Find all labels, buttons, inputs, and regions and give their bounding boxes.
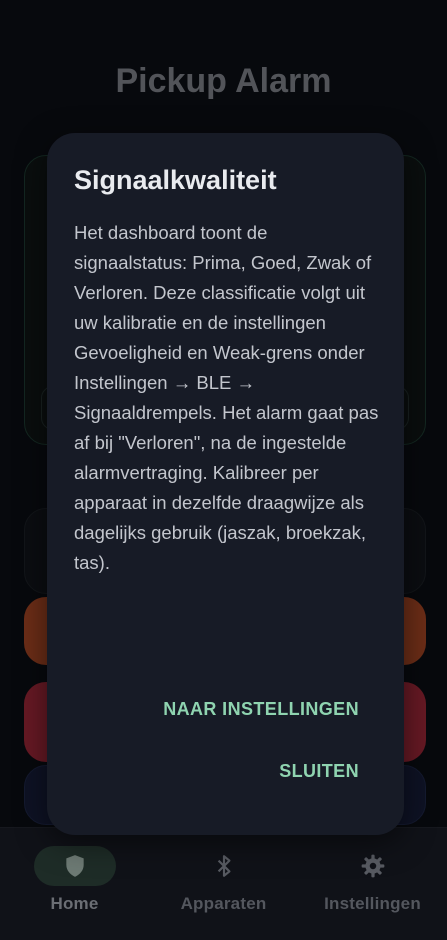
nav-item-instellingen[interactable]: Instellingen <box>298 828 447 940</box>
bluetooth-icon <box>217 855 230 877</box>
bottom-nav: Home Apparaten Instellingen <box>0 827 447 940</box>
go-to-settings-button[interactable]: NAAR INSTELLINGEN <box>163 699 359 719</box>
nav-item-home[interactable]: Home <box>0 828 149 940</box>
dialog-actions: NAAR INSTELLINGEN SLUITEN <box>163 699 359 823</box>
shield-icon <box>65 855 84 877</box>
nav-label-home: Home <box>50 894 99 913</box>
nav-label-apparaten: Apparaten <box>180 894 267 913</box>
gear-icon <box>361 854 384 878</box>
signal-quality-dialog: Signaalkwaliteit Het dashboard toont de … <box>47 133 404 835</box>
nav-item-apparaten[interactable]: Apparaten <box>149 828 298 940</box>
nav-label-instellingen: Instellingen <box>324 894 421 913</box>
dialog-body: Het dashboard toont de signaalstatus: Pr… <box>74 222 379 573</box>
dialog-title: Signaalkwaliteit <box>74 165 277 195</box>
close-button[interactable]: SLUITEN <box>279 761 359 781</box>
